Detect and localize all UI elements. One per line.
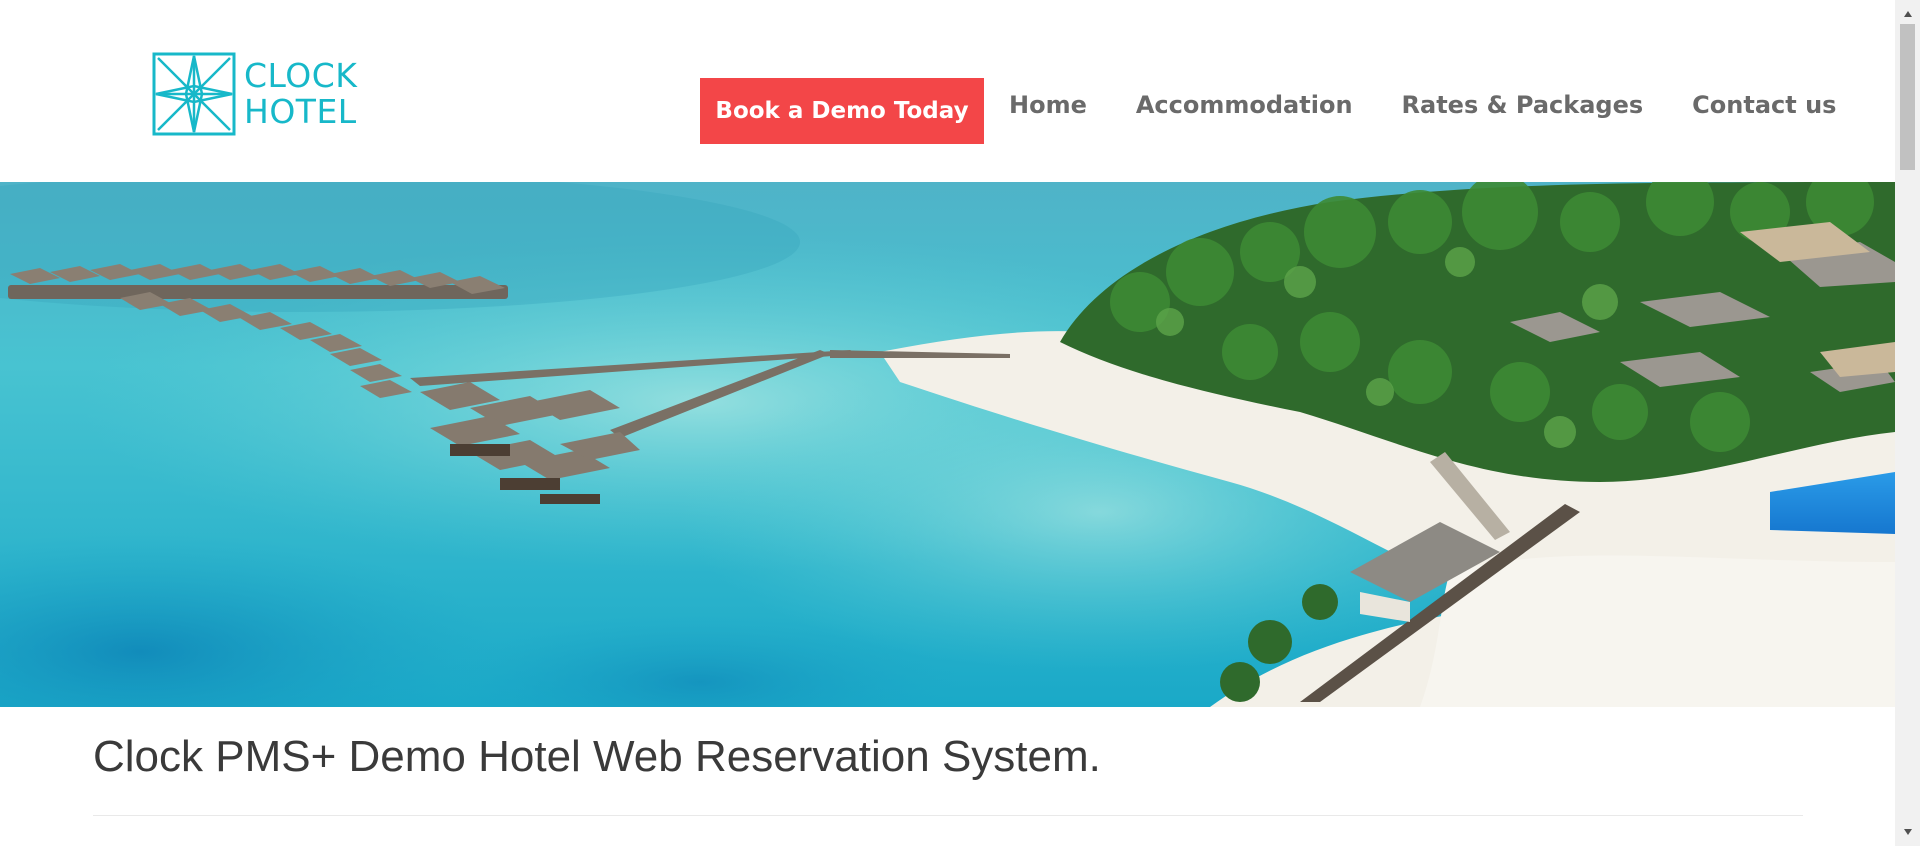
page-title: Clock PMS+ Demo Hotel Web Reservation Sy… (93, 732, 1101, 781)
scrollbar-thumb[interactable] (1900, 24, 1915, 170)
logo-text: CLOCK HOTEL (244, 58, 357, 130)
logo-line-1: CLOCK (244, 56, 358, 95)
chevron-up-icon[interactable] (1895, 4, 1920, 24)
book-demo-button[interactable]: Book a Demo Today (700, 78, 984, 144)
chevron-down-icon[interactable] (1895, 822, 1920, 842)
nav-accommodation[interactable]: Accommodation (1136, 91, 1353, 119)
title-section: Clock PMS+ Demo Hotel Web Reservation Sy… (93, 732, 1803, 816)
logo-line-2: HOTEL (244, 92, 357, 131)
page: CLOCK HOTEL Book a Demo Today Home Accom… (0, 0, 1895, 846)
hero-image (0, 182, 1895, 707)
nav-rates-packages[interactable]: Rates & Packages (1402, 91, 1644, 119)
nav-home[interactable]: Home (1009, 91, 1087, 119)
nav-contact-us[interactable]: Contact us (1692, 91, 1836, 119)
hero-resort-illustration (0, 182, 1895, 707)
vertical-scrollbar[interactable] (1895, 0, 1920, 846)
main-nav: Book a Demo Today Home Accommodation Rat… (700, 78, 1860, 144)
site-header: CLOCK HOTEL Book a Demo Today Home Accom… (0, 0, 1895, 182)
logo[interactable]: CLOCK HOTEL (152, 52, 357, 136)
title-divider (93, 815, 1803, 816)
logo-mark-icon (152, 52, 236, 136)
